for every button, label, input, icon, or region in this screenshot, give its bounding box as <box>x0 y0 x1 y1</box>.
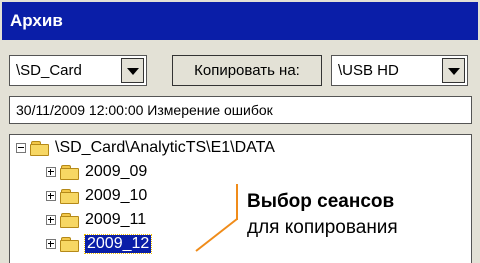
archive-window: Архив \SD_Card Копировать на: \USB HD 30… <box>0 0 480 263</box>
callout-pointer <box>195 218 238 252</box>
